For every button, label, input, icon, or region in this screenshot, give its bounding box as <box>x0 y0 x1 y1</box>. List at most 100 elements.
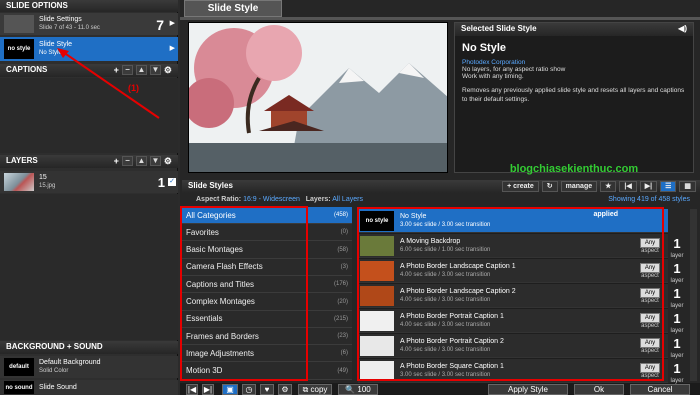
first-page-icon[interactable]: |◀ <box>619 181 637 192</box>
slide-styles-title: Slide Styles <box>188 181 233 190</box>
copy-button[interactable]: ⧉ copy <box>298 384 332 395</box>
style-desc-2: Work with any timing. <box>462 73 524 80</box>
move-down-icon[interactable]: ▼ <box>149 156 161 166</box>
left-panel: SLIDE OPTIONS Slide Settings Slide 7 of … <box>0 0 178 395</box>
slide-preview-image <box>188 22 448 173</box>
category-count: (3) <box>340 263 348 270</box>
layer-file: 15.jpg <box>39 183 56 189</box>
no-sound-thumb: no sound <box>4 381 34 394</box>
aspect-ratio-row: Aspect Ratio: 16:9 - Widescreen Layers: … <box>196 196 363 203</box>
style-author[interactable]: Photodex Corporation <box>462 59 686 66</box>
layer-count-value: 1 <box>673 261 681 276</box>
layer-count: 1 layer <box>663 287 691 313</box>
style-list-scrollbar[interactable] <box>690 209 697 381</box>
slide-settings-thumb <box>4 15 34 33</box>
background-title: Default Background <box>39 359 101 366</box>
category-count: (458) <box>333 212 348 218</box>
no-style-thumb: no style <box>4 39 34 59</box>
slide-settings-sub: Slide 7 of 43 - 11.0 sec <box>39 25 100 31</box>
refresh-icon[interactable]: ↻ <box>541 181 558 192</box>
last-page-icon[interactable]: ▶| <box>639 181 658 192</box>
layers-list <box>0 194 178 340</box>
captions-title: CAPTIONS <box>6 65 48 74</box>
tab-slide-style[interactable]: Slide Style <box>184 0 282 17</box>
chevron-right-icon[interactable]: ▶ <box>170 44 175 52</box>
showing-count: Showing 419 of 458 styles <box>608 196 690 203</box>
category-count: (0) <box>340 229 348 236</box>
layer-checkbox[interactable]: ✓ <box>168 178 176 186</box>
layers-title: LAYERS <box>6 156 38 165</box>
layer-count: 1 layer <box>663 237 691 263</box>
layer-thumb <box>4 173 34 191</box>
ok-button[interactable]: Ok <box>574 384 624 395</box>
selected-style-header: Selected Slide Style ◀) <box>455 23 693 36</box>
layer-name: 15 <box>39 174 47 181</box>
category-highlight-box <box>180 206 308 381</box>
bg-sound-header: BACKGROUND + SOUND <box>0 341 178 354</box>
layers-filter-label: Layers: <box>305 196 331 203</box>
layers-header: LAYERS + − ▲ ▼ ⚙ <box>0 155 178 168</box>
layer-count: 1 layer <box>663 312 691 338</box>
layer-count-value: 1 <box>673 236 681 251</box>
layer-count: 1 layer <box>663 262 691 288</box>
watermark-text: blogchiasekienthuc.com <box>509 163 639 175</box>
layer-count-value: 1 <box>673 336 681 351</box>
heart-icon[interactable]: ♥ <box>260 384 274 395</box>
category-count: (20) <box>337 298 348 305</box>
next-slide-icon[interactable]: ▶| <box>202 384 214 395</box>
manage-style-button[interactable]: manage <box>560 181 598 192</box>
style-desc-3: Removes any previously applied slide sty… <box>462 87 685 103</box>
category-count: (176) <box>333 281 348 288</box>
aspect-value[interactable]: 16:9 - Widescreen <box>243 196 300 203</box>
create-label: create <box>513 182 534 190</box>
list-view-icon[interactable]: ☰ <box>660 181 677 192</box>
single-view-icon[interactable]: ▣ <box>222 384 238 395</box>
zoom-value: 100 <box>357 385 371 394</box>
chevron-right-icon[interactable]: ▶ <box>170 19 175 27</box>
gear-icon[interactable]: ⚙ <box>164 64 172 76</box>
grid-view-icon[interactable]: ▦ <box>679 181 696 192</box>
default-bg-thumb: default <box>4 358 34 376</box>
category-count: (49) <box>337 367 348 374</box>
layers-filter-value[interactable]: All Layers <box>332 196 363 203</box>
proshow-slide-style-window: SLIDE OPTIONS Slide Settings Slide 7 of … <box>0 0 700 395</box>
remove-layer-icon[interactable]: − <box>121 156 133 166</box>
layer-number: 1 <box>157 175 165 190</box>
layer-count-value: 1 <box>673 311 681 326</box>
category-count: (58) <box>337 246 348 253</box>
layer-row[interactable]: 15 15.jpg 1 ✓ <box>0 171 178 193</box>
style-desc-1: No layers, for any aspect ratio show <box>462 66 566 73</box>
settings-icon[interactable]: ⚙ <box>278 384 292 395</box>
sound-row[interactable]: no sound Slide Sound <box>0 380 178 395</box>
layer-count-value: 1 <box>673 361 681 376</box>
timing-icon[interactable]: ◷ <box>242 384 256 395</box>
create-style-button[interactable]: + create <box>502 181 539 192</box>
favorite-star-icon[interactable]: ★ <box>600 181 617 192</box>
style-highlight-box <box>357 207 664 381</box>
speaker-icon[interactable]: ◀) <box>678 23 687 35</box>
add-layer-icon[interactable]: + <box>114 155 119 167</box>
category-count: (215) <box>333 315 348 322</box>
gear-icon[interactable]: ⚙ <box>164 155 172 167</box>
selected-style-title: Selected Slide Style <box>461 24 537 33</box>
category-count: (23) <box>337 333 348 340</box>
sound-title: Slide Sound <box>39 384 77 391</box>
layer-count: 1 layer <box>663 362 691 388</box>
prev-slide-icon[interactable]: |◀ <box>186 384 198 395</box>
category-count: (6) <box>340 350 348 357</box>
background-row[interactable]: default Default Background Solid Color <box>0 356 178 378</box>
slide-styles-header: Slide Styles + create ↻ manage ★ |◀ ▶| ☰… <box>182 180 700 193</box>
layer-count-label: layer <box>670 378 684 384</box>
zoom-field[interactable]: 🔍 100 <box>338 384 378 395</box>
move-up-icon[interactable]: ▲ <box>135 156 147 166</box>
tab-strip <box>180 17 700 20</box>
selected-style-panel: Selected Slide Style ◀) No Style Photode… <box>454 22 694 175</box>
slide-number: 7 <box>156 17 164 33</box>
apply-style-button[interactable]: Apply Style <box>488 384 568 395</box>
copy-label: copy <box>310 385 328 394</box>
style-name: No Style <box>462 42 507 54</box>
background-sub: Solid Color <box>39 368 69 374</box>
slide-settings-row[interactable]: Slide Settings Slide 7 of 43 - 11.0 sec … <box>0 13 178 35</box>
slide-settings-title: Slide Settings <box>39 16 82 23</box>
layer-count-value: 1 <box>673 286 681 301</box>
